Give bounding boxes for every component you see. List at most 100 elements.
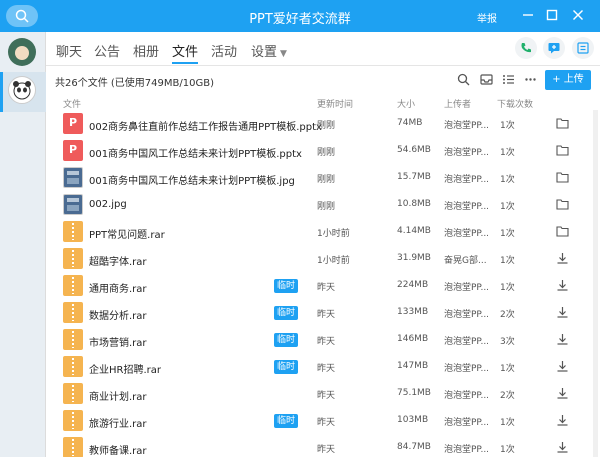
- open-folder-button[interactable]: [556, 117, 569, 132]
- maximize-icon[interactable]: [544, 7, 560, 23]
- open-folder-button[interactable]: [556, 144, 569, 159]
- file-uploader[interactable]: 泡泡堂PP...: [444, 334, 489, 347]
- more-button[interactable]: [572, 37, 594, 59]
- close-icon[interactable]: [570, 7, 586, 23]
- download-icon: [557, 442, 568, 453]
- file-time: 昨天: [317, 337, 336, 347]
- message-button[interactable]: [543, 37, 565, 59]
- column-time[interactable]: 更新时间: [317, 97, 353, 110]
- file-uploader[interactable]: 泡泡堂PP...: [444, 199, 489, 212]
- file-list: 002商务鼻往直前作总结工作报告通用PPT模板.pptx刚刚74MB泡泡堂PP.…: [46, 110, 600, 457]
- file-uploader[interactable]: 泡泡堂PP...: [444, 307, 489, 320]
- file-name[interactable]: 旅游行业.rar: [89, 415, 147, 430]
- file-uploader[interactable]: 泡泡堂PP...: [444, 226, 489, 239]
- temporary-badge: 临时: [274, 414, 299, 428]
- download-button[interactable]: [556, 414, 569, 429]
- file-name[interactable]: 商业计划.rar: [89, 388, 147, 403]
- download-button[interactable]: [556, 387, 569, 402]
- ppt-file-icon: [63, 113, 83, 134]
- file-row[interactable]: 企业HR招聘.rar 临时 昨天 147MB 泡泡堂PP... 1次: [46, 353, 600, 380]
- more-horizontal-icon[interactable]: [524, 73, 537, 86]
- file-uploader[interactable]: 泡泡堂PP...: [444, 442, 489, 455]
- minimize-icon[interactable]: [520, 7, 536, 23]
- column-size[interactable]: 大小: [397, 97, 415, 110]
- file-name[interactable]: 002商务鼻往直前作总结工作报告通用PPT模板.pptx: [89, 118, 322, 133]
- file-downloads: 1次: [500, 148, 515, 158]
- file-name[interactable]: 通用商务.rar: [89, 280, 147, 295]
- file-uploader[interactable]: 泡泡堂PP...: [444, 361, 489, 374]
- download-button[interactable]: [556, 252, 569, 267]
- archive-file-icon: [63, 383, 83, 404]
- scrollbar[interactable]: [593, 110, 598, 457]
- active-tab-indicator: [172, 62, 198, 64]
- file-name[interactable]: 超酷字体.rar: [89, 253, 147, 268]
- file-uploader[interactable]: 泡泡堂PP...: [444, 280, 489, 293]
- list-view-icon[interactable]: [502, 73, 515, 86]
- open-folder-button[interactable]: [556, 171, 569, 186]
- file-name[interactable]: 002.jpg: [89, 199, 127, 210]
- report-link[interactable]: 举报: [477, 10, 497, 25]
- file-time: 昨天: [317, 364, 336, 374]
- download-button[interactable]: [556, 333, 569, 348]
- file-row[interactable]: PPT常见问题.rar 1小时前 4.14MB 泡泡堂PP... 1次: [46, 218, 600, 245]
- folder-icon: [556, 118, 569, 129]
- avatar[interactable]: [8, 38, 36, 66]
- file-size: 4.14MB: [397, 226, 431, 236]
- tab-chat[interactable]: 聊天: [56, 41, 82, 60]
- file-name[interactable]: 企业HR招聘.rar: [89, 361, 161, 376]
- file-downloads: 2次: [500, 310, 515, 320]
- file-toolbar: 共26个文件 (已使用749MB/10GB) + 上传: [46, 66, 600, 94]
- column-file[interactable]: 文件: [63, 97, 81, 110]
- file-name[interactable]: 数据分析.rar: [89, 307, 147, 322]
- archive-file-icon: [63, 302, 83, 323]
- upload-button[interactable]: + 上传: [545, 70, 591, 90]
- file-uploader[interactable]: 泡泡堂PP...: [444, 388, 489, 401]
- group-avatar[interactable]: [8, 76, 36, 104]
- open-folder-button[interactable]: [556, 225, 569, 240]
- file-row[interactable]: 商业计划.rar 昨天 75.1MB 泡泡堂PP... 2次: [46, 380, 600, 407]
- file-uploader[interactable]: 泡泡堂PP...: [444, 145, 489, 158]
- file-row[interactable]: 超酷字体.rar 1小时前 31.9MB 奋晃G部... 1次: [46, 245, 600, 272]
- file-row[interactable]: 旅游行业.rar 临时 昨天 103MB 泡泡堂PP... 1次: [46, 407, 600, 434]
- file-uploader[interactable]: 泡泡堂PP...: [444, 118, 489, 131]
- download-button[interactable]: [556, 441, 569, 456]
- tab-album[interactable]: 相册: [133, 41, 159, 60]
- file-name[interactable]: 001商务中国风工作总结未来计划PPT模板.jpg: [89, 172, 295, 187]
- file-time: 昨天: [317, 418, 336, 428]
- file-row[interactable]: 002.jpg 刚刚 10.8MB 泡泡堂PP... 1次: [46, 191, 600, 218]
- panda-icon: [13, 81, 31, 100]
- file-row[interactable]: 001商务中国风工作总结未来计划PPT模板.jpg 刚刚 15.7MB 泡泡堂PP..…: [46, 164, 600, 191]
- file-size: 147MB: [397, 361, 429, 371]
- file-time: 昨天: [317, 391, 336, 401]
- file-name[interactable]: 001商务中国风工作总结未来计划PPT模板.pptx: [89, 145, 302, 160]
- file-uploader[interactable]: 泡泡堂PP...: [444, 415, 489, 428]
- file-row[interactable]: 通用商务.rar 临时 昨天 224MB 泡泡堂PP... 1次: [46, 272, 600, 299]
- tab-activity[interactable]: 活动: [211, 41, 237, 60]
- file-name[interactable]: 市场营销.rar: [89, 334, 147, 349]
- column-uploader[interactable]: 上传者: [444, 97, 471, 110]
- tab-files[interactable]: 文件: [172, 41, 198, 60]
- tab-settings[interactable]: 设置 ▼: [251, 41, 287, 60]
- column-downloads[interactable]: 下载次数: [497, 97, 533, 110]
- download-button[interactable]: [556, 306, 569, 321]
- search-icon[interactable]: [457, 73, 470, 86]
- open-folder-button[interactable]: [556, 198, 569, 213]
- file-row[interactable]: 数据分析.rar 临时 昨天 133MB 泡泡堂PP... 2次: [46, 299, 600, 326]
- window-title: PPT爱好者交流群: [249, 12, 351, 27]
- file-row[interactable]: 市场营销.rar 临时 昨天 146MB 泡泡堂PP... 3次: [46, 326, 600, 353]
- download-icon: [557, 388, 568, 399]
- inbox-icon[interactable]: [480, 73, 493, 86]
- file-row[interactable]: 001商务中国风工作总结未来计划PPT模板.pptx 刚刚 54.6MB 泡泡堂PP.…: [46, 137, 600, 164]
- file-size: 54.6MB: [397, 145, 431, 155]
- file-uploader[interactable]: 奋晃G部...: [444, 253, 487, 266]
- call-button[interactable]: [515, 37, 537, 59]
- download-button[interactable]: [556, 279, 569, 294]
- file-row[interactable]: 教师备课.rar 昨天 84.7MB 泡泡堂PP... 1次: [46, 434, 600, 457]
- file-row[interactable]: 002商务鼻往直前作总结工作报告通用PPT模板.pptx刚刚 74MB 泡泡堂PP.…: [46, 110, 600, 137]
- download-button[interactable]: [556, 360, 569, 375]
- file-size: 146MB: [397, 334, 429, 344]
- file-uploader[interactable]: 泡泡堂PP...: [444, 172, 489, 185]
- file-name[interactable]: 教师备课.rar: [89, 442, 147, 457]
- tab-announcement[interactable]: 公告: [94, 41, 120, 60]
- file-name[interactable]: PPT常见问题.rar: [89, 226, 165, 241]
